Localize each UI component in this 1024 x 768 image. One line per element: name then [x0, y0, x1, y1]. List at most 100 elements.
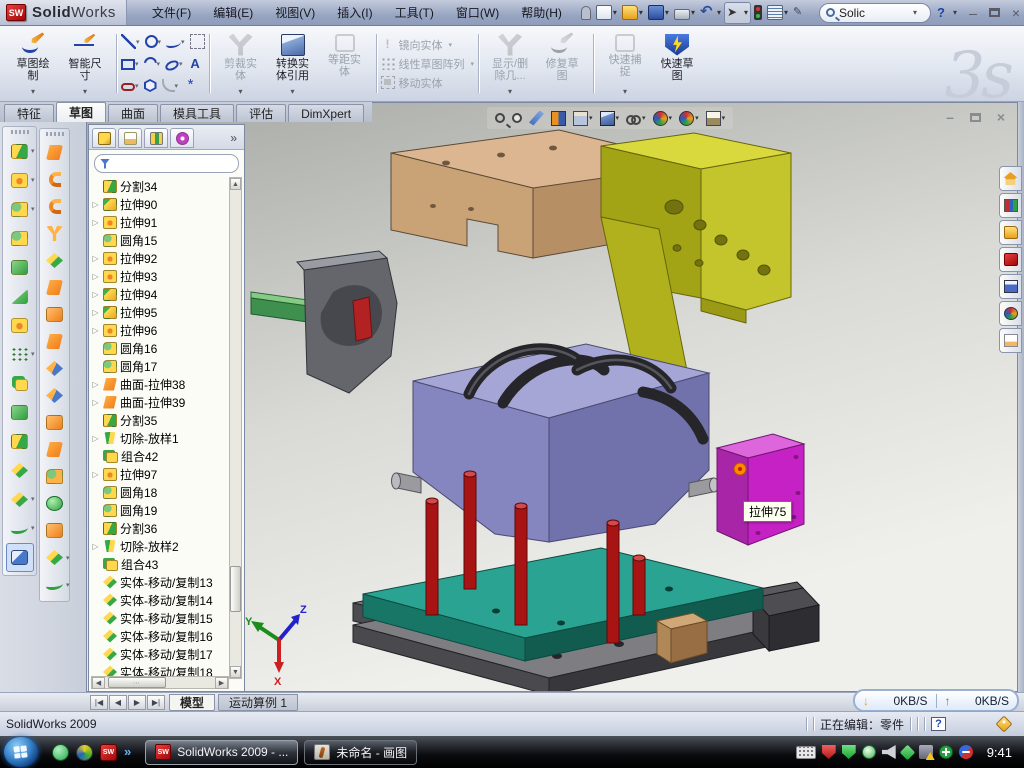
- combine-bodies-button[interactable]: [6, 398, 34, 427]
- dropdown-caret[interactable]: ▾: [639, 8, 643, 17]
- tree-item[interactable]: 圆角19: [91, 501, 229, 519]
- tree-item[interactable]: 实体-移动/复制13: [91, 573, 229, 591]
- planar-surface-button[interactable]: [41, 328, 69, 355]
- input-method-tray-icon[interactable]: [796, 746, 816, 759]
- pen-button[interactable]: ✎: [791, 2, 811, 24]
- dropdown-caret[interactable]: ▾: [784, 8, 788, 17]
- volume-tray-icon[interactable]: [882, 745, 896, 759]
- display-delete-relations-button[interactable]: 显示/删 除几... ▾: [484, 30, 536, 98]
- search-box[interactable]: ▾: [819, 3, 931, 23]
- tree-item[interactable]: ▷拉伸90: [91, 195, 229, 213]
- taskbar-button[interactable]: SWSolidWorks 2009 - ...: [145, 740, 298, 765]
- tree-item[interactable]: 实体-移动/复制15: [91, 609, 229, 627]
- extrude-cut-button[interactable]: ▾: [6, 166, 34, 195]
- start-button[interactable]: [4, 737, 38, 767]
- dropdown-caret[interactable]: ▾: [691, 8, 695, 17]
- pin-button[interactable]: [579, 2, 593, 24]
- lofted-surface-button[interactable]: [41, 220, 69, 247]
- taskpane-tab-design-library[interactable]: [999, 193, 1022, 218]
- dropdown-caret[interactable]: ▾: [66, 554, 70, 562]
- tree-item[interactable]: 分割35: [91, 411, 229, 429]
- mirror-entities-button[interactable]: ! 镜向实体 ▾: [379, 37, 477, 53]
- toolbar-grip[interactable]: [46, 132, 64, 136]
- point-button[interactable]: *: [181, 76, 200, 96]
- doc-nav-button-2[interactable]: ▶: [128, 695, 146, 710]
- draft-button[interactable]: [6, 282, 34, 311]
- tree-filter-box[interactable]: [94, 154, 239, 173]
- freeform-button[interactable]: ▾: [41, 571, 69, 598]
- tab-曲面[interactable]: 曲面: [108, 104, 158, 122]
- dropdown-caret[interactable]: ▾: [589, 114, 593, 122]
- tab-feature-manager[interactable]: [92, 128, 116, 148]
- tree-item[interactable]: ▷拉伸95: [91, 303, 229, 321]
- restore-button[interactable]: [989, 8, 1000, 17]
- tree-item[interactable]: ▷拉伸92: [91, 249, 229, 267]
- shell-button[interactable]: [6, 311, 34, 340]
- zoom-fit-button[interactable]: [493, 112, 507, 124]
- expand-arrow-icon[interactable]: ▷: [91, 254, 100, 263]
- swept-surface-button[interactable]: [41, 139, 69, 166]
- doc-restore-button[interactable]: [970, 113, 981, 122]
- scroll-thumb[interactable]: ⋯: [108, 677, 166, 688]
- view-settings-button[interactable]: ▾: [704, 110, 728, 127]
- tab-特征[interactable]: 特征: [4, 104, 54, 122]
- expand-arrow-icon[interactable]: ▷: [91, 200, 100, 209]
- chamfer-button[interactable]: [6, 224, 34, 253]
- taskpane-tab-solidworks-resources[interactable]: [999, 247, 1022, 272]
- dropdown-caret[interactable]: ▾: [158, 38, 162, 46]
- tree-item[interactable]: 分割34: [91, 177, 229, 195]
- dropdown-caret[interactable]: ▾: [744, 8, 748, 17]
- close-button[interactable]: ×: [1008, 5, 1024, 21]
- diamond-green-tray-icon[interactable]: [899, 744, 915, 760]
- tree-item[interactable]: ▷切除-放样1: [91, 429, 229, 447]
- combine-button[interactable]: [6, 369, 34, 398]
- help-dropdown-caret[interactable]: ▾: [953, 8, 957, 17]
- tree-item[interactable]: ▷切除-放样2: [91, 537, 229, 555]
- undo-button[interactable]: ↶▾: [698, 2, 723, 24]
- line-button[interactable]: ▾: [119, 32, 142, 52]
- edit-appearance-button[interactable]: ▾: [651, 110, 675, 127]
- search-input[interactable]: [839, 6, 909, 20]
- panel-overflow-button[interactable]: »: [226, 131, 241, 145]
- dropdown-caret[interactable]: ▾: [613, 8, 617, 17]
- tree-vertical-scrollbar[interactable]: ▲ ▼: [229, 177, 242, 679]
- dome-button[interactable]: [41, 490, 69, 517]
- print-button[interactable]: ▾: [672, 2, 697, 24]
- tab-评估[interactable]: 评估: [236, 104, 286, 122]
- move-copy-star-button[interactable]: ▾: [6, 485, 34, 514]
- search-dropdown-caret[interactable]: ▾: [913, 8, 917, 17]
- expand-arrow-icon[interactable]: ▷: [91, 542, 100, 551]
- split-button[interactable]: [6, 427, 34, 456]
- sketch-fillet-button[interactable]: ▾: [160, 76, 181, 96]
- dropdown-caret[interactable]: ▾: [669, 114, 673, 122]
- polygon-button[interactable]: [142, 76, 159, 96]
- help-button[interactable]: ?: [937, 5, 945, 20]
- menu-item[interactable]: 帮助(H): [510, 0, 573, 25]
- pattern-button[interactable]: ▾: [6, 340, 34, 369]
- display-style-button[interactable]: ▾: [598, 110, 622, 127]
- surface-1-button[interactable]: [41, 247, 69, 274]
- doc-nav-button-1[interactable]: ◀: [109, 695, 127, 710]
- surface-2-button[interactable]: [41, 274, 69, 301]
- extrude-boss-button[interactable]: ▾: [6, 137, 34, 166]
- repair-sketch-button[interactable]: 修复草 图: [536, 30, 588, 98]
- quick-snaps-button[interactable]: 快速捕 捉 ▾: [599, 30, 651, 98]
- convert-entities-button[interactable]: 转换实 体引用 ▾: [267, 30, 319, 98]
- tree-item[interactable]: 实体-移动/复制17: [91, 645, 229, 663]
- expand-arrow-icon[interactable]: ▷: [91, 380, 100, 389]
- dropdown-caret[interactable]: ▾: [31, 205, 35, 213]
- mold-assembly-model[interactable]: Y Z X: [245, 103, 1018, 692]
- tree-item[interactable]: 分割36: [91, 519, 229, 537]
- tag-icon[interactable]: [996, 716, 1013, 733]
- updater-tray-icon[interactable]: [959, 745, 973, 759]
- save-button[interactable]: ▾: [646, 2, 671, 24]
- linear-sketch-pattern-button[interactable]: 线性草图阵列 ▾: [379, 56, 477, 72]
- dropdown-caret[interactable]: ▾: [135, 82, 139, 90]
- move-copy-button[interactable]: [6, 456, 34, 485]
- fill-surface-button[interactable]: [41, 409, 69, 436]
- sketch-button[interactable]: 草图绘 制 ▾: [7, 30, 59, 98]
- tree-item[interactable]: 实体-移动/复制14: [91, 591, 229, 609]
- dropdown-caret[interactable]: ▾: [695, 114, 699, 122]
- trim-surface-button[interactable]: [41, 517, 69, 544]
- dropdown-caret[interactable]: ▾: [83, 87, 87, 96]
